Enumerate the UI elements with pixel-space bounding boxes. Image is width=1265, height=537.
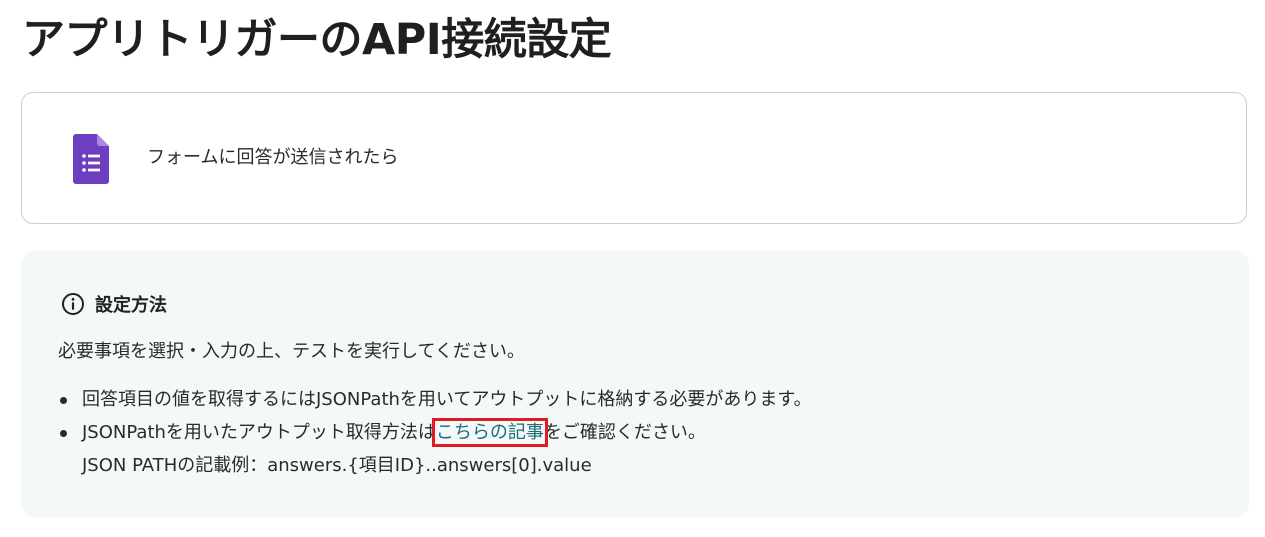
setup-instructions-panel: 設定方法 必要事項を選択・入力の上、テストを実行してください。 回答項目の値を取…	[21, 251, 1249, 517]
info-title: 設定方法	[95, 295, 167, 316]
trigger-card[interactable]: フォームに回答が送信されたら	[21, 92, 1247, 224]
instruction-text: 回答項目の値を取得するにはJSONPathを用いてアウトプットに格納する必要があ…	[82, 389, 812, 410]
bullet-icon	[60, 430, 67, 437]
api-connection-settings-page: アプリトリガーのAPI接続設定 フォームに回答が送信されたら 設定方法 必要事項…	[0, 0, 1265, 537]
list-item: JSONPathを用いたアウトプット取得方法はこちらの記事をご確認ください。 J…	[58, 416, 812, 482]
info-description: 必要事項を選択・入力の上、テストを実行してください。	[58, 341, 525, 362]
info-circle-icon	[62, 293, 84, 315]
instruction-text-after: をご確認ください。	[543, 422, 706, 443]
bullet-icon	[60, 397, 67, 404]
google-forms-icon	[73, 134, 109, 184]
instruction-text-before: JSONPathを用いたアウトプット取得方法は	[82, 422, 436, 443]
info-header: 設定方法	[61, 290, 167, 318]
jsonpath-example: JSON PATHの記載例：answers.{項目ID}..answers[0]…	[82, 455, 592, 476]
trigger-label: フォームに回答が送信されたら	[147, 147, 399, 168]
article-link[interactable]: こちらの記事	[431, 418, 548, 447]
page-title: アプリトリガーのAPI接続設定	[22, 15, 612, 65]
list-item: 回答項目の値を取得するにはJSONPathを用いてアウトプットに格納する必要があ…	[58, 383, 812, 416]
instruction-list: 回答項目の値を取得するにはJSONPathを用いてアウトプットに格納する必要があ…	[58, 383, 812, 482]
